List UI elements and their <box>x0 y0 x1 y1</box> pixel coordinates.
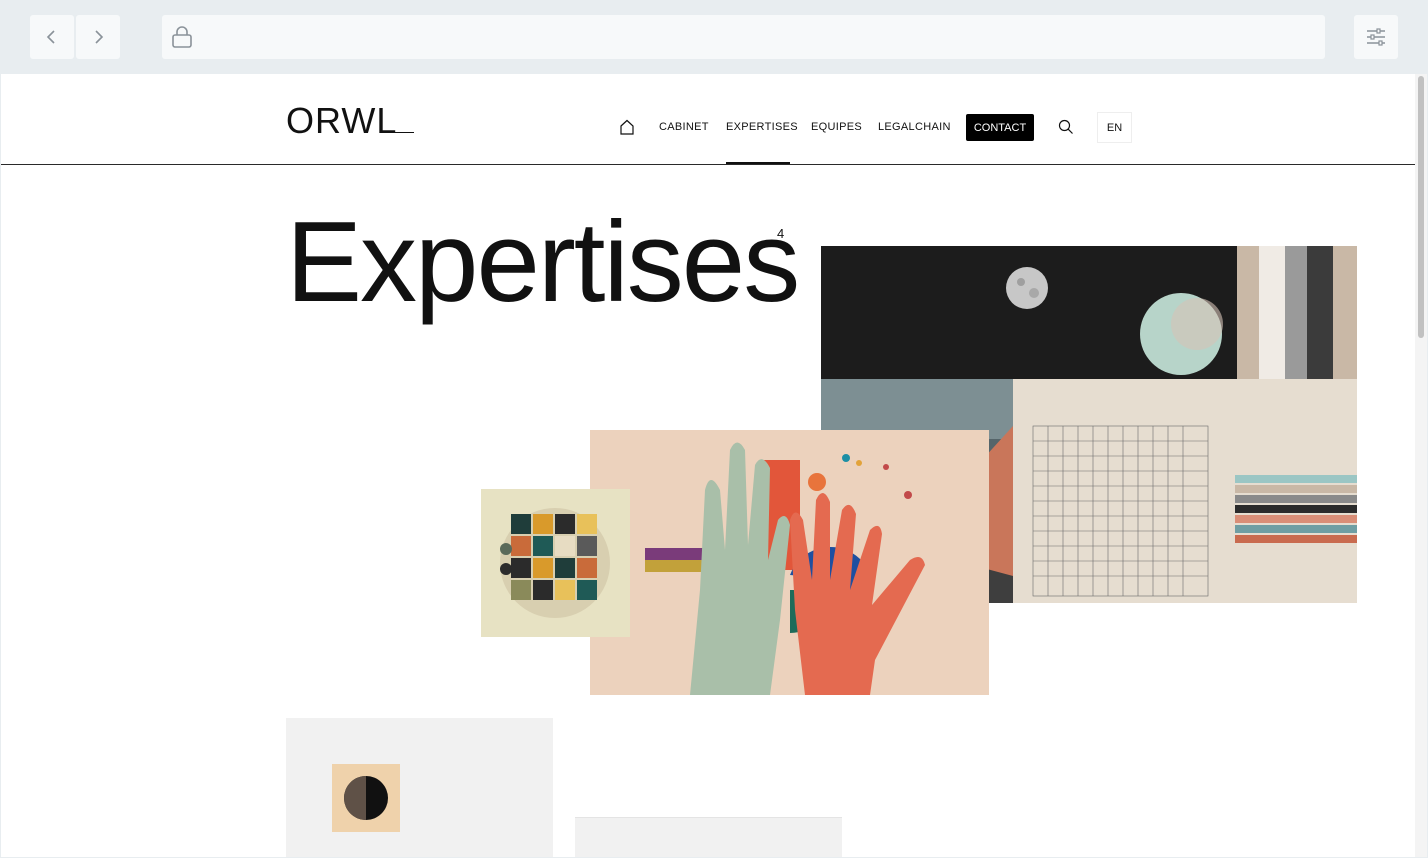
nav-active-indicator <box>726 162 790 164</box>
expertise-card[interactable] <box>575 817 842 857</box>
nav-equipes[interactable]: EQUIPES <box>811 121 862 133</box>
sliders-icon <box>1367 28 1385 46</box>
address-bar[interactable] <box>162 15 1325 59</box>
chevron-right-icon <box>95 30 104 44</box>
logo-underline <box>392 132 414 133</box>
half-circle-icon <box>332 764 400 832</box>
nav-legalchain[interactable]: LEGALCHAIN <box>878 121 951 133</box>
search-icon[interactable] <box>1058 119 1074 135</box>
nav-expertises[interactable]: EXPERTISES <box>726 121 798 133</box>
lock-icon <box>172 26 192 48</box>
chevron-left-icon <box>46 30 55 44</box>
scrollbar[interactable] <box>1415 74 1427 857</box>
expertise-card[interactable] <box>286 718 553 857</box>
contact-button[interactable]: CONTACT <box>966 114 1034 141</box>
settings-button[interactable] <box>1354 15 1398 59</box>
forward-button[interactable] <box>76 15 120 59</box>
nav-cabinet[interactable]: CABINET <box>659 121 709 133</box>
page-viewport: ORWL CABINET EXPERTISES EQUIPES LEGALCHA… <box>1 74 1427 857</box>
back-button[interactable] <box>30 15 74 59</box>
page-title: Expertises <box>286 199 800 326</box>
language-switch[interactable]: EN <box>1097 112 1132 143</box>
home-icon[interactable] <box>619 119 635 135</box>
browser-toolbar <box>0 0 1428 74</box>
hands-artwork-image <box>590 430 989 695</box>
mosaic-artwork-image <box>481 489 630 637</box>
scrollbar-thumb[interactable] <box>1418 76 1424 338</box>
expertise-count: 4 <box>777 226 785 241</box>
site-logo[interactable]: ORWL <box>286 100 397 142</box>
site-header: ORWL CABINET EXPERTISES EQUIPES LEGALCHA… <box>1 74 1415 165</box>
